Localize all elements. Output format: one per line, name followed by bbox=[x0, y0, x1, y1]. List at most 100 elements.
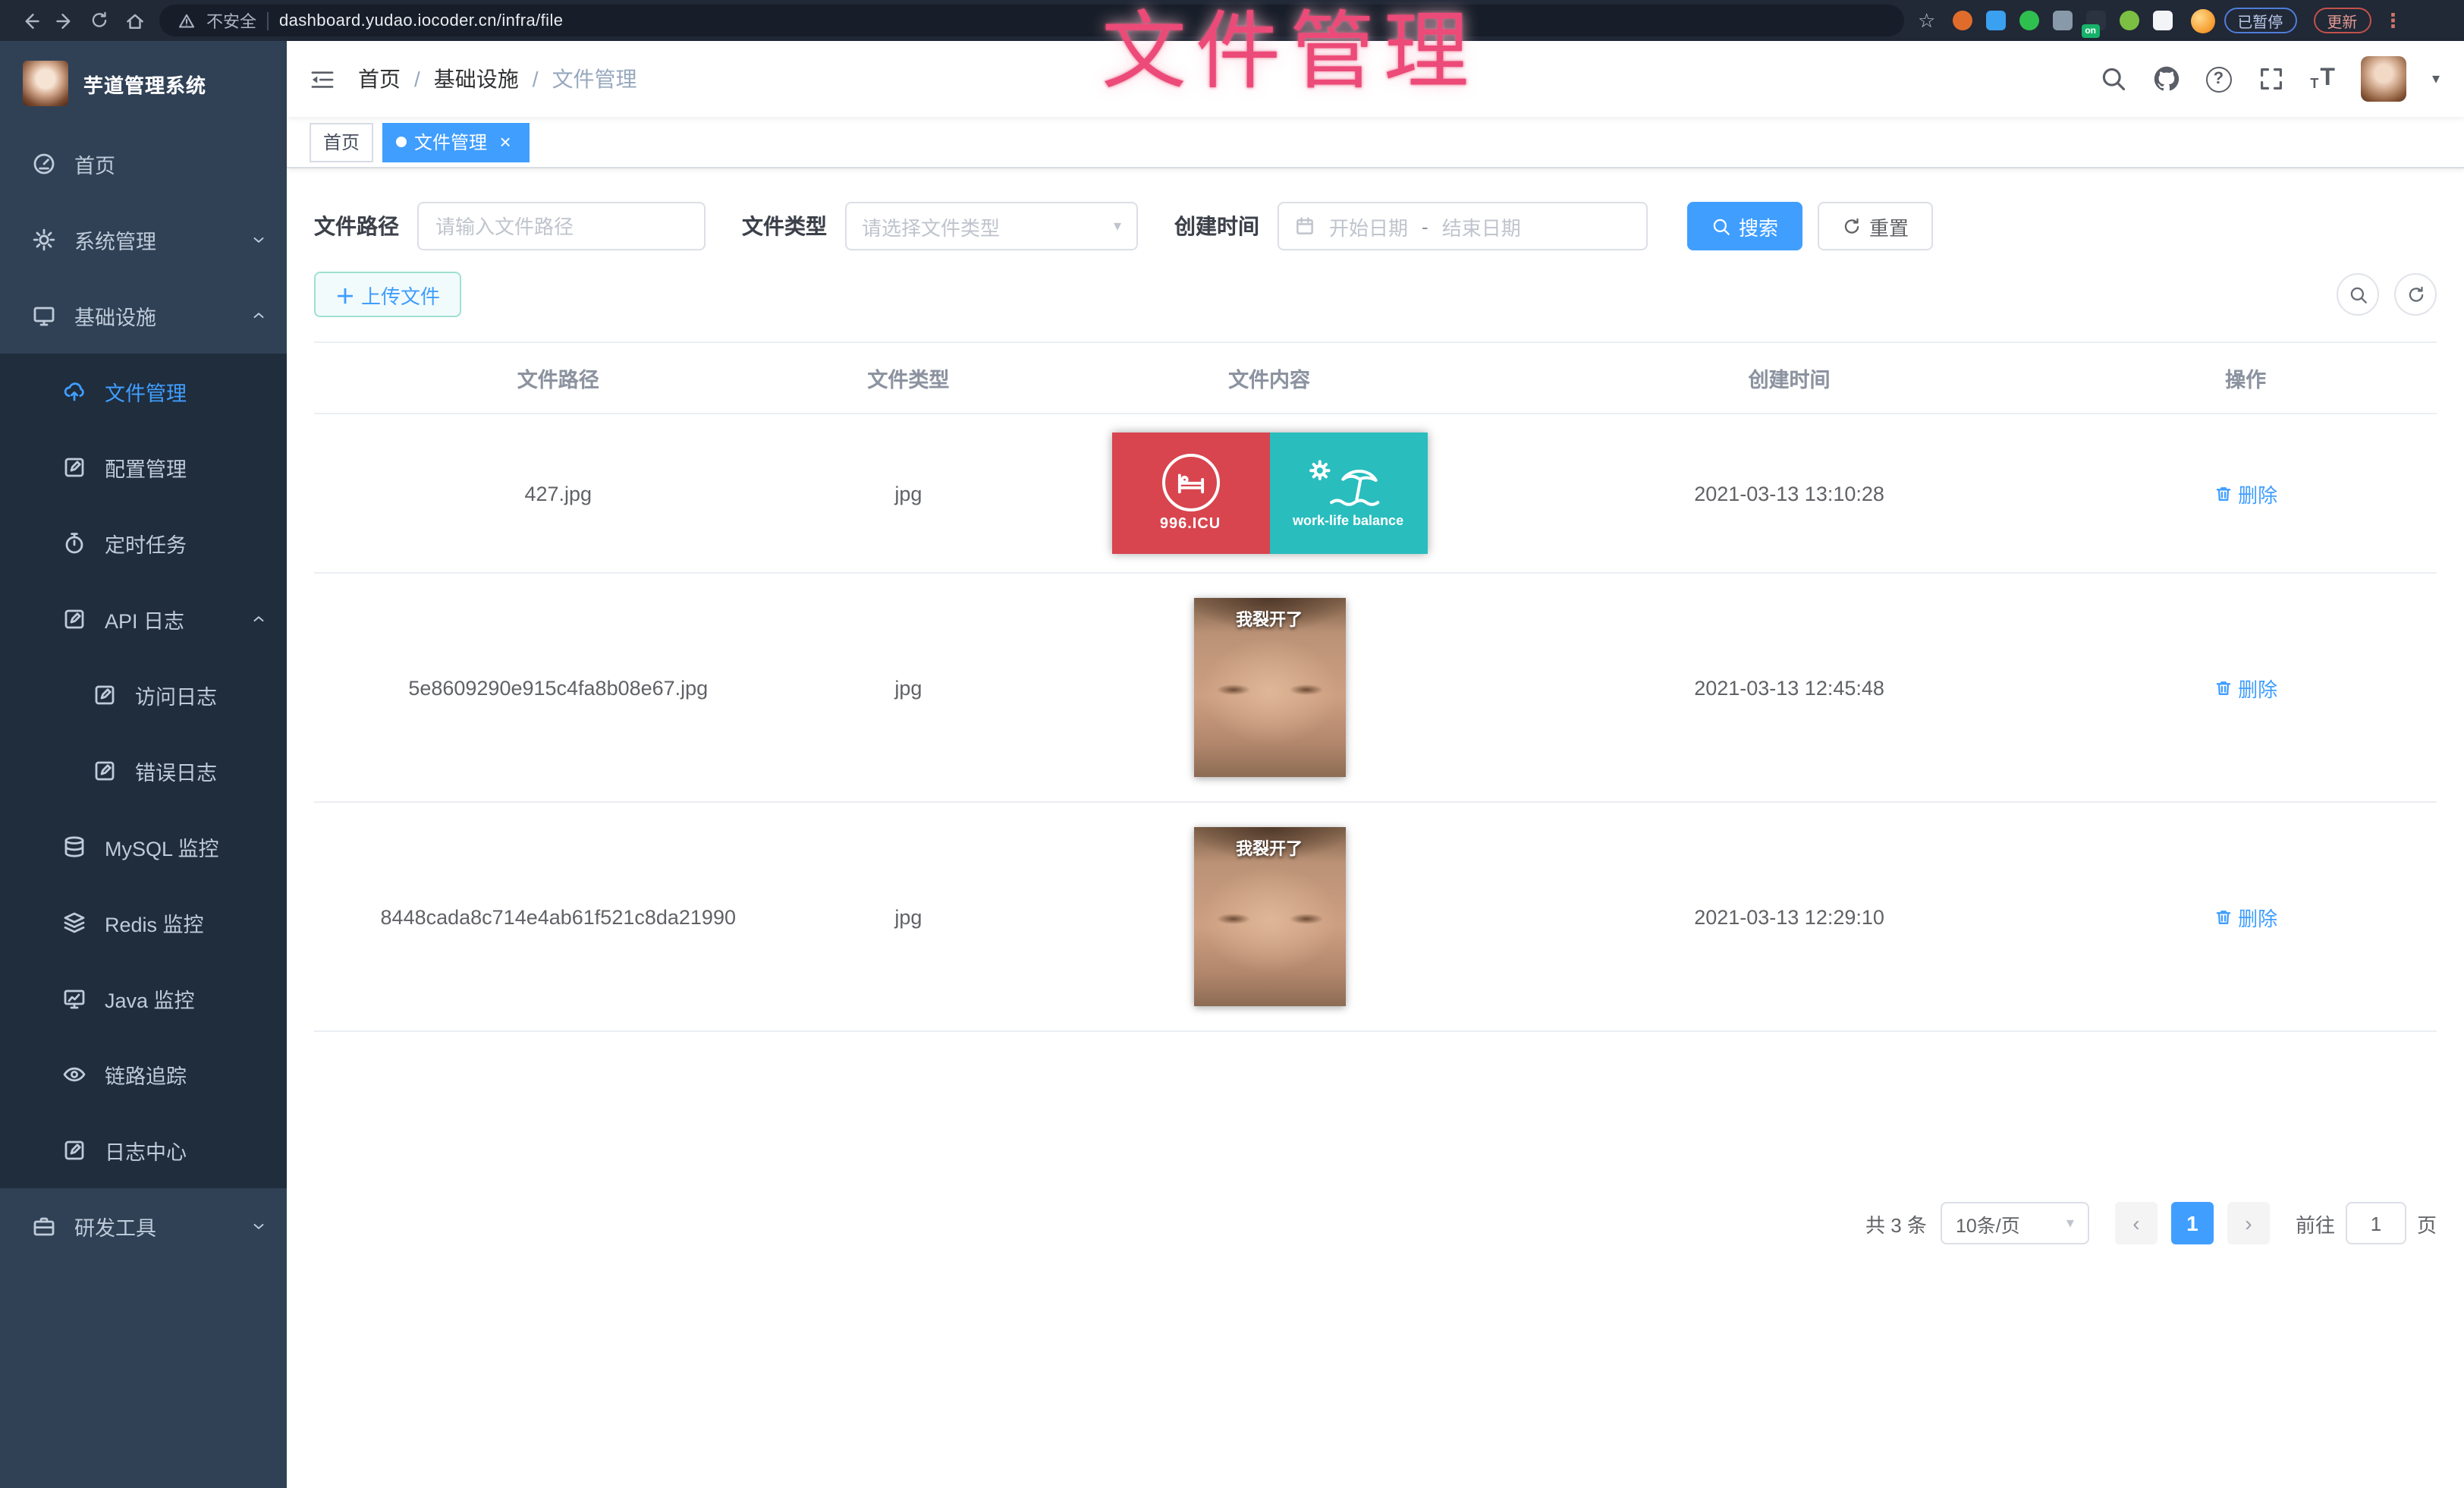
delete-button[interactable]: 删除 bbox=[2214, 479, 2277, 508]
page-size-select[interactable]: 10条/页 ▾ bbox=[1941, 1202, 2089, 1244]
browser-update-button[interactable]: 更新 bbox=[2313, 8, 2371, 33]
sidebar-item-java-monitor[interactable]: Java 监控 bbox=[0, 961, 287, 1037]
search-form: 文件路径 文件类型 请选择文件类型 ▾ 创建时间 开始日期 - 结束日期 搜索 … bbox=[314, 202, 2437, 250]
meme-eye-decoration bbox=[1289, 684, 1322, 695]
file-preview-996icu-banner[interactable]: 996.ICU work-life balance bbox=[1111, 433, 1427, 554]
cell-actions: 删除 bbox=[2054, 574, 2437, 801]
sidebar-item-tracing[interactable]: 链路追踪 bbox=[0, 1037, 287, 1112]
page-number-button[interactable]: 1 bbox=[2171, 1202, 2214, 1244]
extension-icon-4[interactable] bbox=[2052, 11, 2072, 30]
sidebar-item-home[interactable]: 首页 bbox=[0, 126, 287, 202]
tag-home[interactable]: 首页 bbox=[310, 122, 373, 162]
extensions-cluster: on bbox=[1952, 11, 2172, 30]
plus-icon: ＋ bbox=[335, 280, 355, 309]
address-bar[interactable]: 不安全 dashboard.yudao.iocoder.cn/infra/fil… bbox=[159, 5, 1904, 36]
delete-button[interactable]: 删除 bbox=[2214, 673, 2277, 702]
toggle-search-button[interactable] bbox=[2337, 273, 2379, 316]
banner-left-panel: 996.ICU bbox=[1111, 433, 1269, 554]
user-menu-caret-icon[interactable]: ▾ bbox=[2432, 71, 2440, 87]
search-button[interactable]: 搜索 bbox=[1687, 202, 1802, 250]
column-header-content: 文件内容 bbox=[1014, 343, 1524, 413]
file-path-label: 文件路径 bbox=[314, 211, 399, 241]
upload-file-button[interactable]: ＋ 上传文件 bbox=[314, 272, 461, 317]
file-type-select[interactable]: 请选择文件类型 ▾ bbox=[845, 202, 1138, 250]
breadcrumb-home[interactable]: 首页 bbox=[358, 64, 401, 94]
cell-file-type: jpg bbox=[803, 574, 1015, 801]
browser-back-icon[interactable] bbox=[12, 3, 47, 38]
font-size-icon[interactable]: TT bbox=[2310, 67, 2335, 91]
github-icon[interactable] bbox=[2152, 65, 2180, 93]
range-separator: - bbox=[1422, 215, 1428, 238]
browser-refresh-icon[interactable] bbox=[82, 3, 117, 38]
sidebar-item-system[interactable]: 系统管理 bbox=[0, 202, 287, 278]
breadcrumb-group[interactable]: 基础设施 bbox=[434, 64, 519, 94]
date-range-picker[interactable]: 开始日期 - 结束日期 bbox=[1278, 202, 1648, 250]
next-page-button[interactable]: › bbox=[2227, 1202, 2270, 1244]
sidebar-item-scheduled-tasks[interactable]: 定时任务 bbox=[0, 505, 287, 581]
goto-page-input[interactable] bbox=[2346, 1202, 2406, 1244]
prev-page-button[interactable]: ‹ bbox=[2115, 1202, 2158, 1244]
sidebar-item-api-logs[interactable]: API 日志 bbox=[0, 581, 287, 657]
log-document-icon bbox=[93, 683, 117, 707]
extension-icon-1[interactable] bbox=[1952, 11, 1972, 30]
reset-button[interactable]: 重置 bbox=[1818, 202, 1933, 250]
pagination: 共 3 条 10条/页 ▾ ‹ 1 › 前往 页 bbox=[314, 1202, 2437, 1275]
sidebar-item-access-logs[interactable]: 访问日志 bbox=[0, 657, 287, 733]
main-content: 文件路径 文件类型 请选择文件类型 ▾ 创建时间 开始日期 - 结束日期 搜索 … bbox=[287, 168, 2464, 1488]
sidebar-item-mysql-monitor[interactable]: MySQL 监控 bbox=[0, 809, 287, 885]
fullscreen-icon[interactable] bbox=[2257, 65, 2284, 93]
tag-file-management[interactable]: 文件管理 × bbox=[382, 122, 530, 162]
user-avatar[interactable] bbox=[2361, 56, 2406, 102]
column-header-path: 文件路径 bbox=[314, 343, 803, 413]
file-path-input[interactable] bbox=[417, 202, 706, 250]
monitor-icon bbox=[32, 304, 56, 328]
monitor-chart-icon bbox=[62, 986, 86, 1011]
chevron-down-icon bbox=[250, 231, 267, 248]
file-preview-baby-meme[interactable]: 我裂开了 bbox=[1193, 827, 1345, 1006]
extension-icon-5[interactable]: on bbox=[2085, 11, 2105, 30]
sidebar-item-file-management[interactable]: 文件管理 bbox=[0, 354, 287, 429]
meme-eye-decoration bbox=[1289, 914, 1322, 924]
sidebar-item-error-logs[interactable]: 错误日志 bbox=[0, 733, 287, 809]
pagination-jumper: 前往 页 bbox=[2296, 1202, 2437, 1244]
extension-icon-2[interactable] bbox=[1985, 11, 2005, 30]
browser-home-icon[interactable] bbox=[117, 3, 152, 38]
cell-file-path: 8448cada8c714e4ab61f521c8da21990 bbox=[314, 803, 803, 1030]
tag-close-icon[interactable]: × bbox=[495, 131, 516, 153]
bookmark-star-icon[interactable]: ☆ bbox=[1918, 8, 1935, 33]
stack-icon bbox=[62, 911, 86, 935]
browser-forward-icon[interactable] bbox=[47, 3, 82, 38]
extension-icon-6[interactable] bbox=[2119, 11, 2139, 30]
gear-icon bbox=[32, 228, 56, 252]
extension-icon-3[interactable] bbox=[2019, 11, 2038, 30]
help-icon[interactable]: ? bbox=[2205, 66, 2231, 92]
navbar-actions: ? TT ▾ bbox=[2099, 56, 2464, 102]
profile-paused-badge[interactable]: 已暂停 bbox=[2224, 8, 2296, 33]
collapse-sidebar-icon[interactable] bbox=[287, 41, 358, 117]
chevron-up-icon bbox=[250, 307, 267, 324]
end-date-placeholder: 结束日期 bbox=[1442, 212, 1521, 241]
sidebar-item-config[interactable]: 配置管理 bbox=[0, 429, 287, 505]
browser-menu-icon[interactable]: ⋮ bbox=[2383, 8, 2403, 33]
app-window: 不安全 dashboard.yudao.iocoder.cn/infra/fil… bbox=[0, 0, 2464, 1488]
cell-file-path: 5e8609290e915c4fa8b08e67.jpg bbox=[314, 574, 803, 801]
goto-label: 前往 bbox=[2296, 1209, 2335, 1238]
browser-profile-avatar[interactable] bbox=[2190, 8, 2214, 33]
app-logo bbox=[23, 61, 68, 106]
extension-puzzle-icon[interactable] bbox=[2152, 11, 2172, 30]
sidebar-item-infra[interactable]: 基础设施 bbox=[0, 278, 287, 354]
breadcrumb-current: 文件管理 bbox=[552, 64, 637, 94]
active-tag-dot bbox=[396, 137, 407, 147]
delete-button[interactable]: 删除 bbox=[2214, 902, 2277, 931]
refresh-icon bbox=[1842, 216, 1862, 236]
sidebar-item-dev-tools[interactable]: 研发工具 bbox=[0, 1188, 287, 1264]
file-type-label: 文件类型 bbox=[742, 211, 827, 241]
cell-file-content: 996.ICU work-life balance bbox=[1014, 414, 1524, 572]
sidebar-item-log-center[interactable]: 日志中心 bbox=[0, 1112, 287, 1188]
sidebar-item-redis-monitor[interactable]: Redis 监控 bbox=[0, 885, 287, 961]
file-preview-baby-meme[interactable]: 我裂开了 bbox=[1193, 598, 1345, 777]
cell-file-path: 427.jpg bbox=[314, 414, 803, 572]
sidebar: 芋道管理系统 首页 系统管理 基础设施 文件管理 bbox=[0, 41, 287, 1488]
search-icon[interactable] bbox=[2099, 65, 2126, 93]
refresh-table-button[interactable] bbox=[2394, 273, 2437, 316]
